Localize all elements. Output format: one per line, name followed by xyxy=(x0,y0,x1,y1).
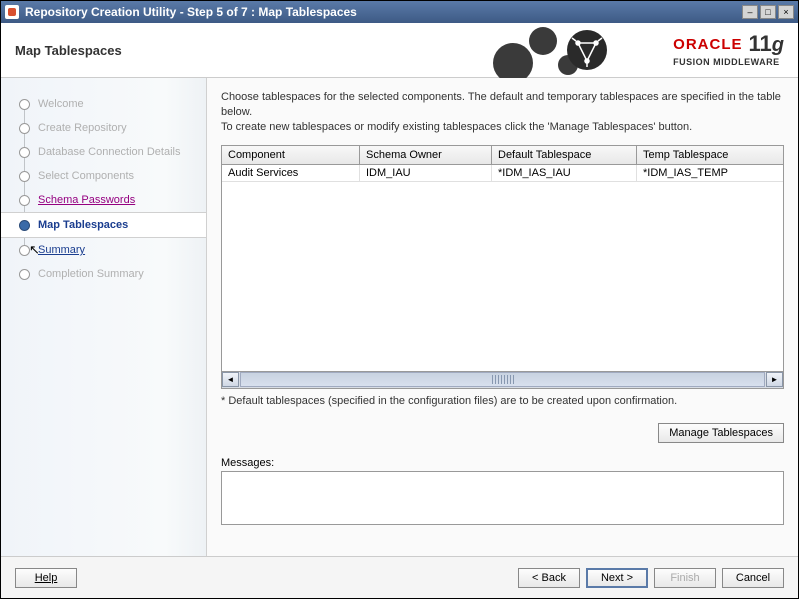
window-controls: – □ × xyxy=(742,5,794,19)
content-pane: Choose tablespaces for the selected comp… xyxy=(207,78,798,556)
footnote: * Default tablespaces (specified in the … xyxy=(221,395,784,407)
footer: Help < Back Next > Finish Cancel xyxy=(1,556,798,598)
wizard-sidebar: ↖ Welcome Create Repository Database Con… xyxy=(1,78,207,556)
header-bar: Map Tablespaces ORACLE11g FUSION MIDDLEW… xyxy=(1,23,798,78)
finish-button: Finish xyxy=(654,568,716,588)
scroll-track[interactable] xyxy=(240,372,765,387)
step-create-repository: Create Repository xyxy=(1,116,206,140)
scroll-grip-icon xyxy=(492,375,514,384)
manage-row: Manage Tablespaces xyxy=(221,423,784,443)
step-dot-icon xyxy=(19,99,30,110)
cell-temp-ts: *IDM_IAS_TEMP xyxy=(637,165,783,181)
logo-brand: ORACLE xyxy=(673,36,742,53)
maximize-button[interactable]: □ xyxy=(760,5,776,19)
oracle-logo: ORACLE11g FUSION MIDDLEWARE xyxy=(673,31,784,67)
step-dot-icon xyxy=(19,269,30,280)
step-dot-icon xyxy=(19,147,30,158)
step-schema-passwords[interactable]: Schema Passwords xyxy=(1,188,206,212)
th-component[interactable]: Component xyxy=(222,146,360,164)
scroll-left-icon[interactable]: ◄ xyxy=(222,372,239,387)
messages-label: Messages: xyxy=(221,457,784,469)
step-welcome: Welcome xyxy=(1,92,206,116)
page-title: Map Tablespaces xyxy=(15,43,122,58)
step-dot-icon xyxy=(19,220,30,231)
close-button[interactable]: × xyxy=(778,5,794,19)
cell-default-ts: *IDM_IAS_IAU xyxy=(492,165,637,181)
cancel-button[interactable]: Cancel xyxy=(722,568,784,588)
step-db-connection: Database Connection Details xyxy=(1,140,206,164)
cursor-icon: ↖ xyxy=(29,242,40,258)
java-icon xyxy=(5,5,19,19)
next-button[interactable]: Next > xyxy=(586,568,648,588)
step-dot-icon xyxy=(19,123,30,134)
titlebar: Repository Creation Utility - Step 5 of … xyxy=(1,1,798,23)
help-button[interactable]: Help xyxy=(15,568,77,588)
gears-graphic xyxy=(458,23,638,78)
cell-component: Audit Services xyxy=(222,165,360,181)
table-header-row: Component Schema Owner Default Tablespac… xyxy=(222,146,783,165)
table-body: Audit Services IDM_IAU *IDM_IAS_IAU *IDM… xyxy=(222,165,783,371)
cell-owner: IDM_IAU xyxy=(360,165,492,181)
tablespace-table: Component Schema Owner Default Tablespac… xyxy=(221,145,784,389)
main: ↖ Welcome Create Repository Database Con… xyxy=(1,78,798,556)
back-button[interactable]: < Back xyxy=(518,568,580,588)
th-schema-owner[interactable]: Schema Owner xyxy=(360,146,492,164)
scroll-right-icon[interactable]: ► xyxy=(766,372,783,387)
step-map-tablespaces: Map Tablespaces xyxy=(1,212,206,238)
horizontal-scrollbar[interactable]: ◄ ► xyxy=(222,371,783,388)
logo-subtitle: FUSION MIDDLEWARE xyxy=(673,57,784,67)
messages-box[interactable] xyxy=(221,471,784,525)
table-row[interactable]: Audit Services IDM_IAU *IDM_IAS_IAU *IDM… xyxy=(222,165,783,182)
instructions: Choose tablespaces for the selected comp… xyxy=(221,90,784,135)
th-temp-tablespace[interactable]: Temp Tablespace xyxy=(637,146,783,164)
step-dot-icon xyxy=(19,195,30,206)
window-title: Repository Creation Utility - Step 5 of … xyxy=(25,5,742,19)
th-default-tablespace[interactable]: Default Tablespace xyxy=(492,146,637,164)
step-completion-summary: Completion Summary xyxy=(1,262,206,286)
manage-tablespaces-button[interactable]: Manage Tablespaces xyxy=(658,423,784,443)
minimize-button[interactable]: – xyxy=(742,5,758,19)
step-dot-icon xyxy=(19,171,30,182)
step-select-components: Select Components xyxy=(1,164,206,188)
